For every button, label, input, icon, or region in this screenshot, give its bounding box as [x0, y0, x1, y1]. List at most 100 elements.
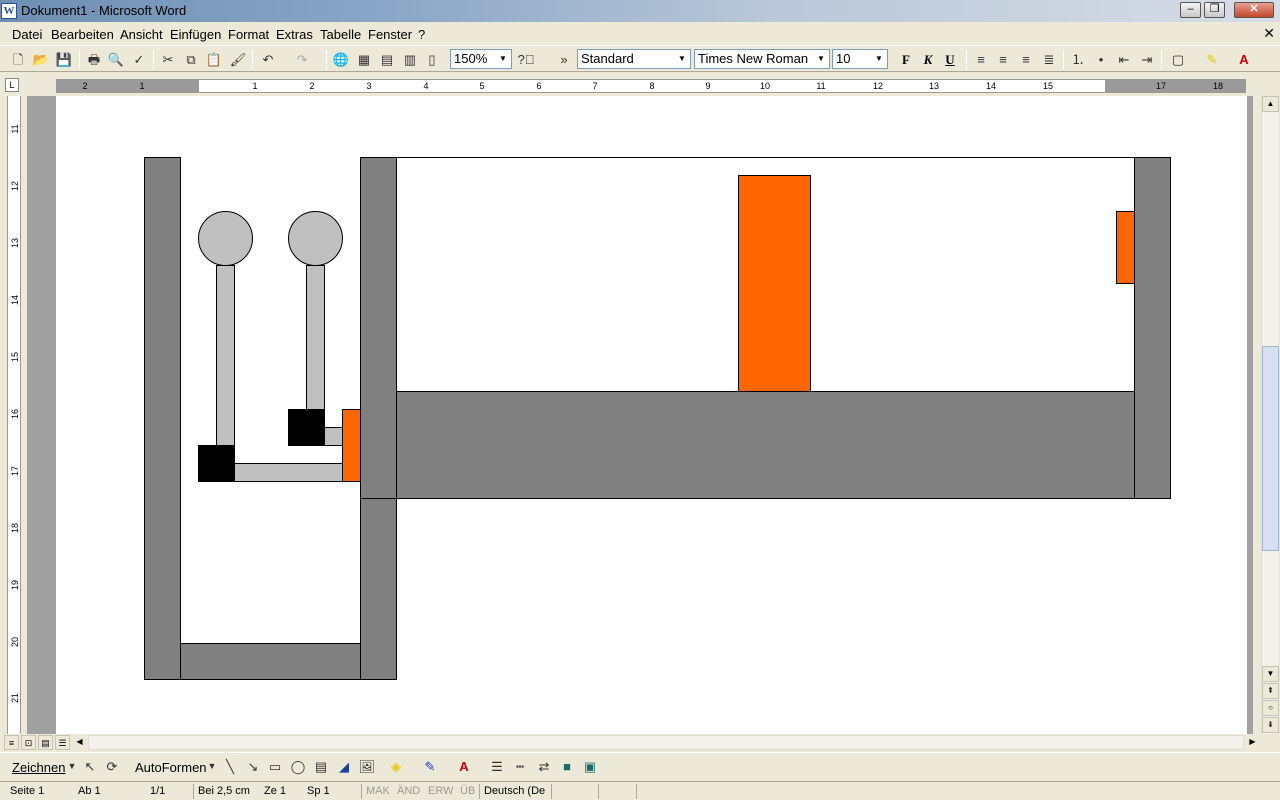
vertical-ruler-track[interactable]: 11 12 13 14 15 16 17 18 19 20 21 — [7, 96, 21, 734]
menu-einfuegen[interactable]: Einfügen — [170, 27, 221, 42]
copy-icon[interactable]: ⧉ — [181, 50, 201, 69]
shadow-icon[interactable]: ■ — [557, 757, 577, 776]
status-rec[interactable]: MAK — [366, 784, 390, 799]
lever-base-2[interactable] — [288, 409, 325, 446]
insert-excel-icon[interactable]: ▥ — [400, 50, 420, 69]
print-preview-icon[interactable]: 🔍 — [106, 50, 126, 69]
menu-datei[interactable]: Datei — [12, 27, 42, 42]
ruler-track[interactable]: 2 1 1 2 3 4 5 6 7 8 9 10 11 12 13 14 15 … — [56, 79, 1246, 93]
dash-style-icon[interactable]: ┅ — [510, 757, 530, 776]
browse-object-icon[interactable]: ○ — [1262, 700, 1279, 716]
status-ext[interactable]: ERW — [428, 784, 453, 799]
lever-rod-2[interactable] — [306, 265, 325, 410]
decrease-indent-icon[interactable]: ⇤ — [1114, 50, 1134, 69]
scroll-up-icon[interactable]: ▲ — [1262, 96, 1279, 112]
lever-knob-2[interactable] — [288, 211, 343, 266]
highlight-icon[interactable]: ✎ — [1202, 50, 1222, 69]
previous-page-icon[interactable]: ⇞ — [1262, 683, 1279, 699]
orange-block-shape[interactable] — [738, 175, 811, 392]
arrow-style-icon[interactable]: ⇄ — [534, 757, 554, 776]
lever-arm-2[interactable] — [324, 427, 343, 446]
chevron-down-icon[interactable]: ▼ — [872, 51, 886, 67]
numbering-icon[interactable]: ⒈ — [1068, 50, 1088, 69]
style-select[interactable]: Standard ▼ — [577, 49, 691, 69]
redo-icon[interactable]: ↷ — [292, 50, 312, 69]
spelling-icon[interactable]: ✓ — [129, 50, 149, 69]
scroll-right-icon[interactable]: ▶ — [1245, 735, 1260, 750]
font-color-icon[interactable]: A — [454, 757, 474, 776]
draw-menu[interactable]: Zeichnen — [12, 760, 65, 775]
hyperlink-icon[interactable]: 🌐 — [331, 50, 351, 69]
scroll-left-icon[interactable]: ◀ — [72, 735, 87, 750]
text-box-icon[interactable]: ▤ — [311, 757, 331, 776]
paste-icon[interactable]: 📋 — [204, 50, 224, 69]
right-end-wall-shape[interactable] — [1134, 157, 1171, 499]
bold-button[interactable]: F — [896, 50, 916, 69]
word-app-icon[interactable]: W — [1, 3, 17, 19]
menu-tabelle[interactable]: Tabelle — [320, 27, 361, 42]
underline-button[interactable]: U — [940, 50, 960, 69]
select-objects-icon[interactable]: ↖ — [80, 757, 100, 776]
lever-knob-1[interactable] — [198, 211, 253, 266]
align-center-icon[interactable]: ≡ — [993, 50, 1013, 69]
borders-icon[interactable]: ▢ — [1168, 50, 1188, 69]
zoom-select[interactable]: 150% ▼ — [450, 49, 512, 69]
help-icon[interactable]: ?⃞ — [516, 50, 536, 69]
tab-selector[interactable]: L — [5, 78, 19, 92]
restore-button[interactable]: ❐ — [1204, 2, 1225, 18]
lever-arm-1[interactable] — [234, 463, 343, 482]
more-buttons-icon[interactable]: » — [554, 50, 574, 69]
italic-button[interactable]: K — [918, 50, 938, 69]
justify-icon[interactable]: ≣ — [1039, 50, 1059, 69]
tables-borders-icon[interactable]: ▦ — [354, 50, 374, 69]
lever-rod-1[interactable] — [216, 265, 235, 446]
outline-view-icon[interactable]: ☰ — [55, 735, 70, 750]
wordart-icon[interactable]: ◢ — [334, 757, 354, 776]
status-trk[interactable]: ÄND — [397, 784, 420, 799]
menu-bearbeiten[interactable]: Bearbeiten — [51, 27, 114, 42]
fill-color-icon[interactable]: ◈ — [386, 757, 406, 776]
menu-extras[interactable]: Extras — [276, 27, 313, 42]
columns-icon[interactable]: ▯ — [422, 50, 442, 69]
web-view-icon[interactable]: ⊡ — [21, 735, 36, 750]
rectangle-icon[interactable]: ▭ — [265, 757, 285, 776]
chamber-floor-shape[interactable] — [396, 391, 1136, 499]
format-painter-icon[interactable]: 🖌 — [228, 50, 248, 69]
scroll-down-icon[interactable]: ▼ — [1262, 666, 1279, 682]
clipart-icon[interactable]: 🖼 — [357, 757, 377, 776]
menu-help[interactable]: ? — [418, 27, 425, 42]
insert-table-icon[interactable]: ▤ — [377, 50, 397, 69]
orange-connector-shape[interactable] — [342, 409, 361, 482]
print-icon[interactable]: 🖶 — [84, 50, 104, 69]
chevron-down-icon[interactable]: ▼ — [496, 51, 510, 67]
increase-indent-icon[interactable]: ⇥ — [1137, 50, 1157, 69]
chevron-down-icon[interactable]: ▼ — [814, 51, 828, 67]
oval-icon[interactable]: ◯ — [288, 757, 308, 776]
document-page[interactable] — [56, 96, 1247, 734]
free-rotate-icon[interactable]: ⟳ — [102, 757, 122, 776]
bullets-icon[interactable]: • — [1091, 50, 1111, 69]
menu-ansicht[interactable]: Ansicht — [120, 27, 163, 42]
undo-icon[interactable]: ↶ — [258, 50, 278, 69]
font-color-icon[interactable]: A — [1234, 50, 1254, 69]
arrow-icon[interactable]: ↘ — [243, 757, 263, 776]
divider-wall-shape[interactable] — [360, 157, 397, 680]
vertical-scrollbar[interactable]: ▲ ▼ ⇞ ○ ⇟ — [1261, 96, 1279, 734]
save-icon[interactable]: 💾 — [54, 50, 74, 69]
align-left-icon[interactable]: ≡ — [971, 50, 991, 69]
minimize-button[interactable]: – — [1180, 2, 1201, 18]
cut-icon[interactable]: ✂ — [158, 50, 178, 69]
bottom-floor-shape[interactable] — [180, 643, 361, 680]
autoshapes-menu[interactable]: AutoFormen — [135, 760, 207, 775]
line-style-icon[interactable]: ☰ — [487, 757, 507, 776]
chevron-down-icon[interactable]: ▼ — [675, 51, 689, 67]
line-icon[interactable]: ╲ — [220, 757, 240, 776]
print-layout-icon[interactable]: ▤ — [38, 735, 53, 750]
font-select[interactable]: Times New Roman ▼ — [694, 49, 830, 69]
status-ovr[interactable]: ÜB — [460, 784, 475, 799]
document-close-icon[interactable]: ✕ — [1263, 25, 1275, 42]
lever-base-1[interactable] — [198, 445, 235, 482]
font-size-select[interactable]: 10 ▼ — [832, 49, 888, 69]
scroll-thumb[interactable] — [1262, 346, 1279, 551]
align-right-icon[interactable]: ≡ — [1016, 50, 1036, 69]
